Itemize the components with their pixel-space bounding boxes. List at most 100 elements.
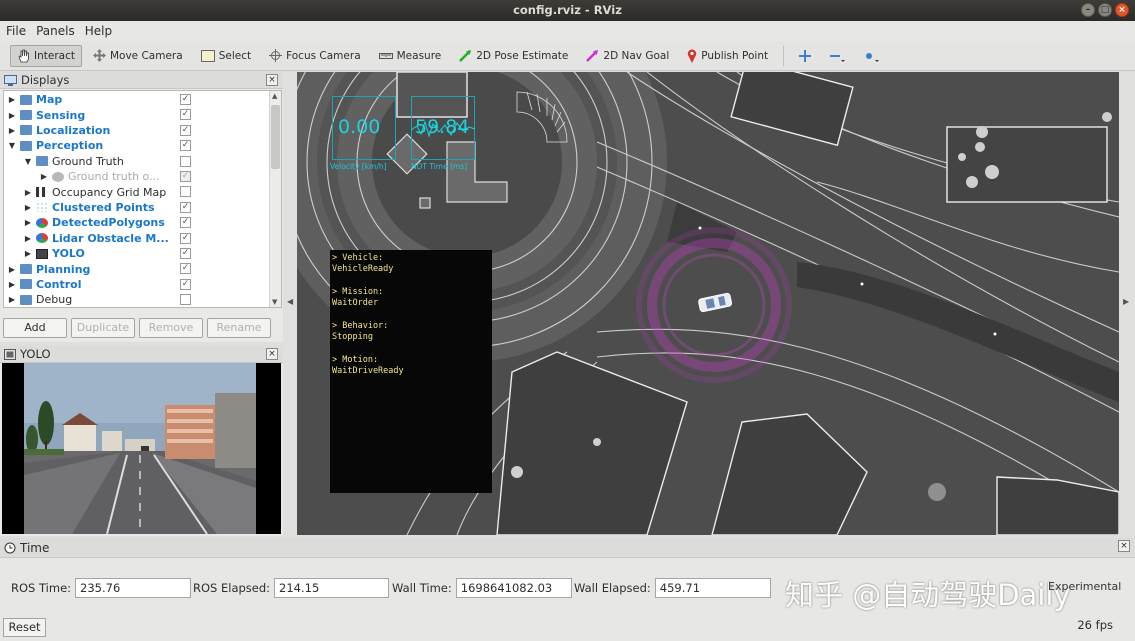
displays-scrollbar[interactable]: ▲ ▼ (269, 91, 281, 307)
3d-render-viewport[interactable]: 0.00 Velocity [km/h] 59.84 NDT Time [ms]… (297, 72, 1119, 535)
ros-time-input[interactable]: 235.76 (75, 578, 192, 598)
add-display-button[interactable]: Add (3, 318, 67, 338)
display-enable-checkbox[interactable]: ✓ (180, 109, 191, 121)
rename-display-button[interactable]: Rename (207, 318, 271, 338)
collapsed-arrow-icon[interactable]: ▶ (23, 218, 33, 227)
collapsed-arrow-icon[interactable]: ▶ (23, 249, 33, 258)
clock-icon (4, 542, 16, 553)
display-item[interactable]: ▶ Map ✓ (4, 92, 270, 107)
display-enable-checkbox[interactable] (180, 155, 191, 167)
mission-status-label: > Mission: (332, 287, 384, 297)
toolbar-separator (783, 45, 785, 66)
display-enable-checkbox[interactable]: ✓ (180, 248, 191, 259)
display-item-label: YOLO (52, 247, 85, 261)
display-item[interactable]: ▶ Ground truth o... ✓ (4, 169, 270, 184)
display-enable-checkbox[interactable]: ✓ (180, 171, 191, 182)
display-enable-checkbox[interactable] (180, 294, 191, 306)
close-yolo-icon[interactable]: × (266, 348, 278, 360)
display-item[interactable]: ▶ Sensing ✓ (4, 107, 270, 122)
expanded-arrow-icon[interactable]: ▼ (7, 141, 17, 150)
display-item-label: Lidar Obstacle M... (52, 231, 169, 245)
collapsed-arrow-icon[interactable]: ▶ (7, 95, 17, 104)
display-item[interactable]: ▶ DetectedPolygons ✓ (4, 215, 270, 230)
folder-icon (20, 294, 32, 305)
wall-elapsed-input[interactable]: 459.71 (654, 578, 771, 598)
collapsed-arrow-icon[interactable]: ▶ (7, 111, 17, 120)
display-item[interactable]: ▶ Debug (4, 292, 270, 307)
display-item[interactable]: ▼ Perception ✓ (4, 138, 270, 153)
collapse-left-icon[interactable]: ◀ (287, 297, 293, 306)
collapsed-arrow-icon[interactable]: ▶ (23, 203, 33, 212)
close-time-icon[interactable]: × (1118, 540, 1130, 552)
reset-button[interactable]: Reset (3, 618, 46, 637)
collapsed-arrow-icon[interactable]: ▶ (7, 265, 17, 274)
display-enable-checkbox[interactable]: ✓ (180, 232, 191, 244)
display-item[interactable]: ▶ Control ✓ (4, 277, 270, 292)
nav-goal-tool-button[interactable]: 2D Nav Goal (579, 45, 676, 67)
tool-properties-button[interactable] (856, 45, 886, 67)
display-item[interactable]: ▶ YOLO ✓ (4, 246, 270, 261)
remove-tool-button[interactable] (822, 45, 852, 67)
magenta-arrow-icon (586, 50, 599, 62)
display-item[interactable]: ▶ Localization ✓ (4, 123, 270, 138)
display-item[interactable]: ▶ Clustered Points ✓ (4, 200, 270, 215)
display-enable-checkbox[interactable]: ✓ (180, 217, 191, 229)
minimize-button[interactable]: – (1081, 3, 1095, 17)
maximize-button[interactable]: □ (1098, 3, 1112, 17)
collapsed-arrow-icon[interactable]: ▶ (23, 234, 33, 243)
display-enable-checkbox[interactable]: ✓ (180, 201, 191, 213)
scroll-up-icon[interactable]: ▲ (272, 92, 277, 100)
menu-file[interactable]: File (6, 24, 26, 38)
collapsed-arrow-icon[interactable]: ▶ (23, 188, 33, 197)
displays-panel-header: Displays × (0, 72, 283, 89)
display-enable-checkbox[interactable] (180, 186, 191, 198)
publish-point-tool-button[interactable]: Publish Point (680, 45, 775, 67)
close-displays-icon[interactable]: × (266, 74, 278, 86)
focus-camera-tool-button[interactable]: Focus Camera (262, 45, 368, 67)
scroll-down-icon[interactable]: ▼ (272, 298, 277, 306)
duplicate-display-button[interactable]: Duplicate (71, 318, 135, 338)
collapsed-arrow-icon[interactable]: ▶ (7, 295, 17, 304)
display-item[interactable]: ▶ Lidar Obstacle M... ✓ (4, 231, 270, 246)
move-camera-tool-button[interactable]: Move Camera (86, 45, 190, 67)
measure-tool-button[interactable]: Measure (372, 45, 449, 67)
display-enable-checkbox[interactable]: ✓ (180, 278, 191, 290)
expanded-arrow-icon[interactable]: ▼ (23, 157, 33, 166)
displays-panel: Displays × ▶ Map ✓ ▶ Sensing ✓ ▶ Localization ✓ ▼… (0, 72, 283, 342)
pose-estimate-tool-button[interactable]: 2D Pose Estimate (452, 45, 575, 67)
collapsed-arrow-icon[interactable]: ▶ (7, 126, 17, 135)
status-overlay: > Vehicle: VehicleReady > Mission: WaitO… (330, 250, 492, 493)
display-enable-checkbox[interactable]: ✓ (180, 94, 191, 105)
display-item[interactable]: ▶ Planning ✓ (4, 261, 270, 276)
image-icon (36, 248, 48, 259)
add-tool-button[interactable] (792, 45, 818, 67)
display-item-label: Localization (36, 123, 111, 137)
vehicle-status-label: > Vehicle: (332, 253, 384, 263)
menu-help[interactable]: Help (85, 24, 112, 38)
experimental-checkbox-label[interactable]: Experimental (1048, 580, 1121, 593)
image-icon (4, 348, 16, 360)
display-enable-checkbox[interactable]: ✓ (180, 124, 191, 136)
close-window-button[interactable]: × (1115, 3, 1129, 17)
ros-elapsed-input[interactable]: 214.15 (274, 578, 390, 598)
collapse-right-icon[interactable]: ▶ (1123, 297, 1129, 306)
motion-status-label: > Motion: (332, 355, 379, 365)
select-tool-button[interactable]: Select (194, 45, 258, 67)
interact-tool-button[interactable]: Interact (10, 44, 82, 67)
collapsed-arrow-icon[interactable]: ▶ (7, 280, 17, 289)
displays-tree[interactable]: ▶ Map ✓ ▶ Sensing ✓ ▶ Localization ✓ ▼ Perception ✓… (3, 90, 282, 308)
right-dock-splitter[interactable]: ▶ (1119, 72, 1135, 535)
display-item[interactable]: ▼ Ground Truth (4, 154, 270, 169)
display-item-label: Ground truth o... (68, 170, 160, 184)
display-enable-checkbox[interactable]: ✓ (180, 263, 191, 275)
scrollbar-thumb[interactable] (271, 105, 280, 169)
left-dock-splitter[interactable]: ◀ (284, 72, 297, 535)
collapsed-arrow-icon[interactable]: ▶ (39, 172, 49, 181)
remove-display-button[interactable]: Remove (139, 318, 203, 338)
display-enable-checkbox[interactable]: ✓ (180, 140, 191, 152)
display-item-label: DetectedPolygons (52, 216, 165, 230)
wall-time-input[interactable]: 1698641082.03 (455, 578, 572, 598)
display-item[interactable]: ▶ Occupancy Grid Map (4, 184, 270, 199)
ruler-icon (378, 52, 393, 59)
menu-panels[interactable]: Panels (36, 24, 75, 38)
